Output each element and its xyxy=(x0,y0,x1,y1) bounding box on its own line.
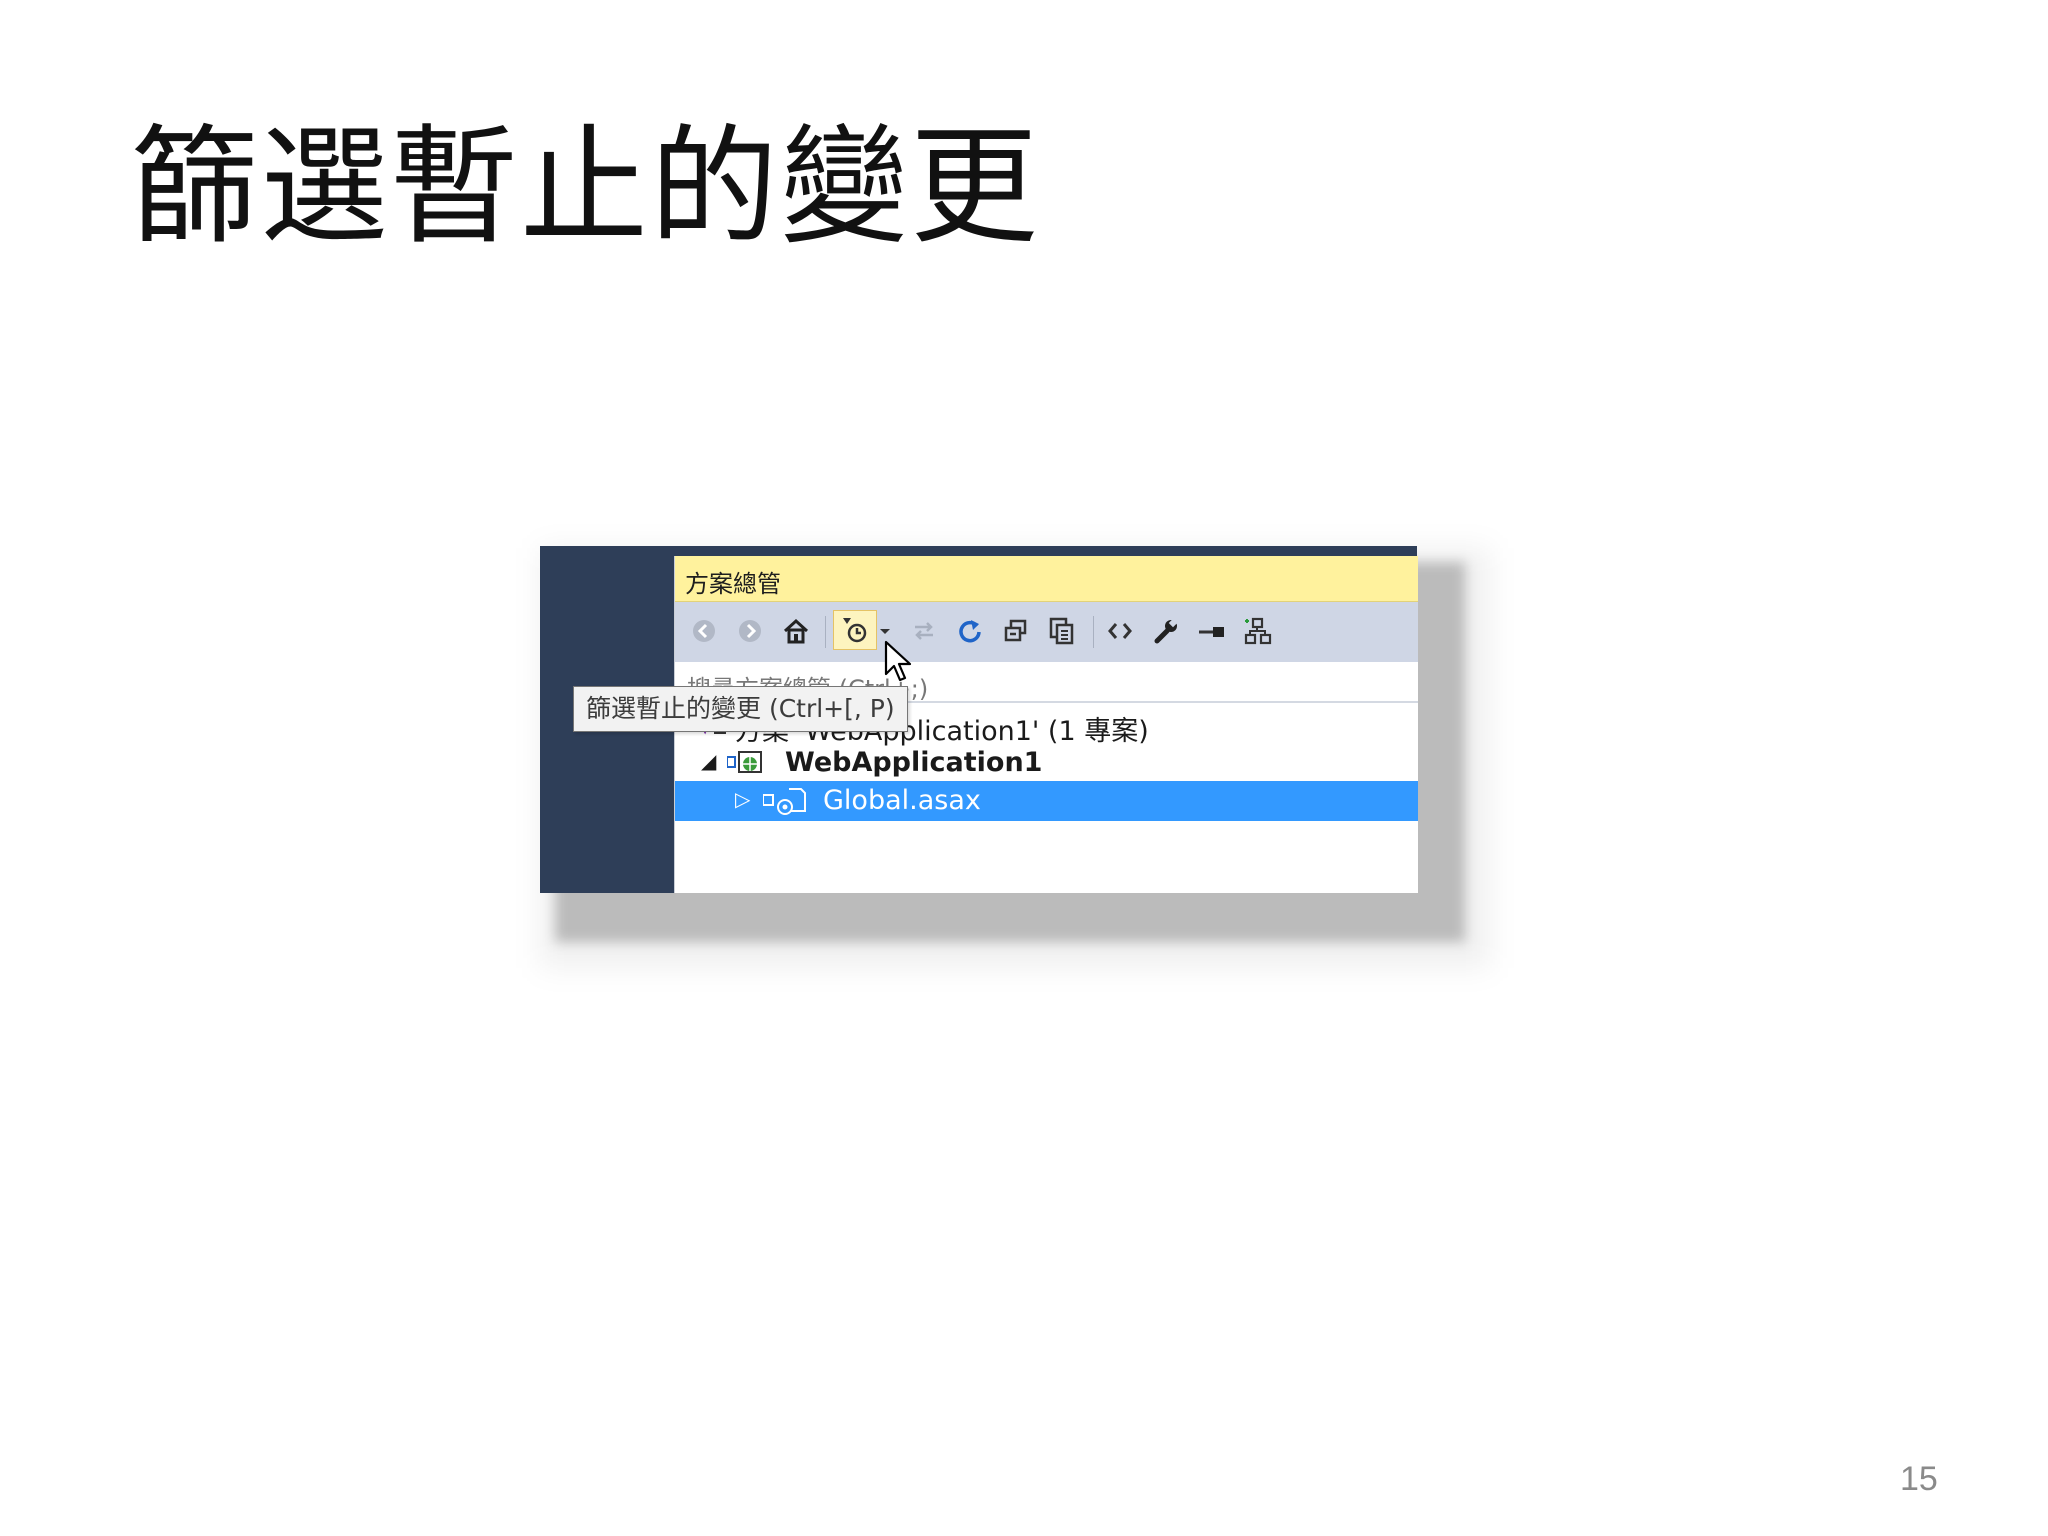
file-label: Global.asax xyxy=(823,785,981,816)
tree-item-project[interactable]: ◢ WebApplication1 xyxy=(675,743,1418,783)
mouse-pointer-icon xyxy=(884,640,914,688)
panel-title: 方案總管 xyxy=(685,570,781,598)
pending-changes-filter-icon[interactable] xyxy=(833,610,877,650)
filter-pending-changes-tooltip: 篩選暫止的變更 (Ctrl+[, P) xyxy=(573,686,908,732)
preview-icon[interactable] xyxy=(1195,614,1229,648)
panel-title-bar[interactable]: 方案總管 xyxy=(675,556,1418,602)
project-label: WebApplication1 xyxy=(785,747,1043,778)
collapse-all-icon[interactable] xyxy=(999,614,1033,648)
forward-arrow-icon[interactable] xyxy=(733,614,767,648)
view-code-icon[interactable] xyxy=(1103,614,1137,648)
tree-item-global-asax[interactable]: ▷ Global.asax xyxy=(675,781,1418,821)
refresh-icon[interactable] xyxy=(953,614,987,648)
show-all-files-icon[interactable] xyxy=(1045,614,1079,648)
solution-explorer-toolbar xyxy=(675,602,1418,662)
web-project-icon xyxy=(726,747,765,783)
asax-file-icon xyxy=(762,785,809,823)
page-number: 15 xyxy=(1900,1460,1938,1498)
home-icon[interactable] xyxy=(779,614,813,648)
properties-wrench-icon[interactable] xyxy=(1149,614,1183,648)
class-diagram-icon[interactable] xyxy=(1241,614,1275,648)
slide-title: 篩選暫止的變更 xyxy=(130,113,1041,262)
expanded-triangle-icon[interactable]: ◢ xyxy=(701,749,716,773)
back-arrow-icon[interactable] xyxy=(687,614,721,648)
collapsed-triangle-icon[interactable]: ▷ xyxy=(735,787,750,811)
